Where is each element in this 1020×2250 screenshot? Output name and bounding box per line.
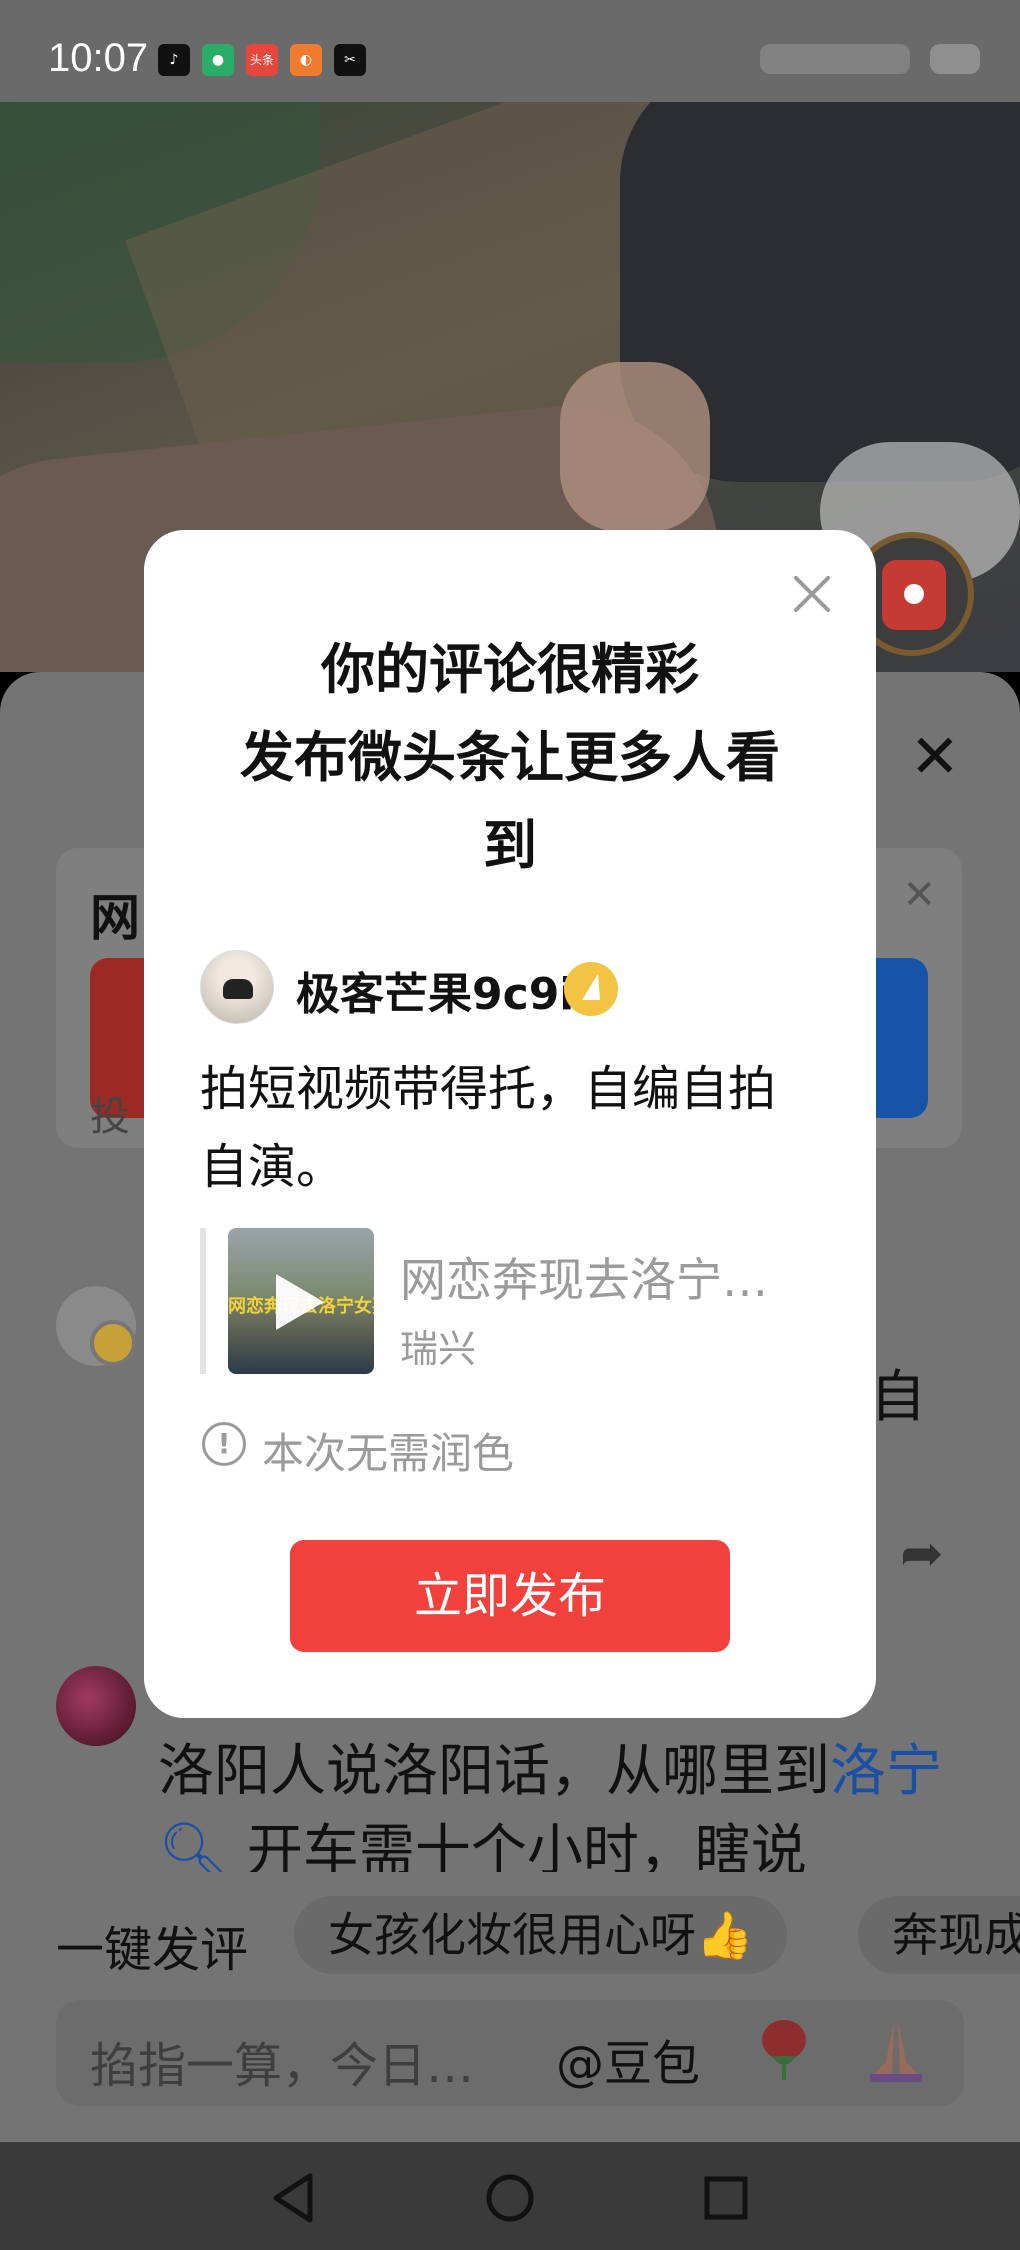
play-icon <box>276 1274 324 1330</box>
quoted-video-author: 瑞兴 <box>400 1327 477 1371</box>
close-icon[interactable] <box>792 574 832 614</box>
comment-preview: 拍短视频带得托，自编自拍自演。 <box>200 1061 777 1195</box>
toutiao-icon: 头条 <box>246 44 278 76</box>
quick-comment-bar: 一键发评 女孩化妆很用心呀👍 奔现成 <box>0 1886 1020 1996</box>
info-icon: ! <box>202 1422 246 1466</box>
sheet-close-icon[interactable]: ✕ <box>910 722 960 792</box>
dialog-title-line: 发布微头条让更多人看 <box>240 726 780 789</box>
creator-badge-icon <box>564 962 618 1016</box>
verified-badge-icon <box>90 1320 136 1366</box>
avatar[interactable] <box>56 1666 136 1746</box>
system-nav-bar <box>0 2142 1020 2250</box>
quoted-video-title: 网恋奔现去洛宁… <box>400 1253 768 1307</box>
comment-text-part: 洛阳人说洛阳话，从哪里到 <box>158 1739 830 1804</box>
vote-footer: 投 <box>90 1094 130 1140</box>
vote-card-title: 网 <box>90 889 140 947</box>
quick-chip[interactable]: 女孩化妆很用心呀👍 <box>294 1896 788 1974</box>
dialog-title-line: 到 <box>483 814 537 877</box>
status-bar: 10:07 ♪ ● 头条 ◐ ✂ <box>0 0 1020 102</box>
status-indicators <box>760 40 980 76</box>
back-icon[interactable] <box>254 2158 334 2238</box>
comment-input[interactable]: 掐指一算，今日… @豆包 <box>56 2000 964 2106</box>
quote-divider <box>200 1228 206 1374</box>
search-icon: 🔍︎ <box>158 1819 230 1872</box>
status-time: 10:07 <box>48 36 149 80</box>
location-link[interactable]: 洛宁 <box>830 1739 942 1804</box>
comment-input-placeholder: 掐指一算，今日… <box>90 2038 475 2094</box>
home-icon[interactable] <box>470 2158 550 2238</box>
vote-close-icon[interactable]: ✕ <box>902 872 936 918</box>
doubao-mention-button[interactable]: @豆包 <box>556 2024 700 2094</box>
publish-button[interactable]: 立即发布 <box>290 1540 730 1652</box>
dialog-title: 你的评论很精彩 发布微头条让更多人看 到 <box>204 626 816 890</box>
quick-comment-label: 一键发评 <box>56 1922 249 1978</box>
wechat-icon: ● <box>202 44 234 76</box>
share-icon[interactable]: ➦ <box>900 1524 944 1584</box>
dialog-title-line: 你的评论很精彩 <box>321 638 699 701</box>
comment-text-fragment: 自 <box>870 1365 926 1430</box>
capcut-icon: ✂ <box>334 44 366 76</box>
pray-emoji-icon[interactable] <box>864 2016 928 2084</box>
app-icon: ◐ <box>290 44 322 76</box>
video-thumbnail[interactable]: 网恋奔现去洛宁女孩 <box>228 1228 374 1374</box>
polish-notice: 本次无需润色 <box>262 1429 515 1478</box>
username: 极客芒果9c9i <box>296 969 575 1020</box>
tiktok-icon: ♪ <box>158 44 190 76</box>
rose-emoji-icon[interactable] <box>756 2016 812 2084</box>
comment-text-part: 开车需十个小时，瞎说 <box>246 1819 807 1872</box>
recents-icon[interactable] <box>686 2158 766 2238</box>
avatar <box>200 950 274 1024</box>
publish-post-dialog: 你的评论很精彩 发布微头条让更多人看 到 极客芒果9c9i 拍短视频带得托，自编… <box>144 530 876 1718</box>
quick-chip[interactable]: 奔现成 <box>858 1896 1020 1974</box>
comment-text: 洛阳人说洛阳话，从哪里到洛宁 🔍︎ 开车需十个小时，瞎说 <box>158 1732 948 1872</box>
